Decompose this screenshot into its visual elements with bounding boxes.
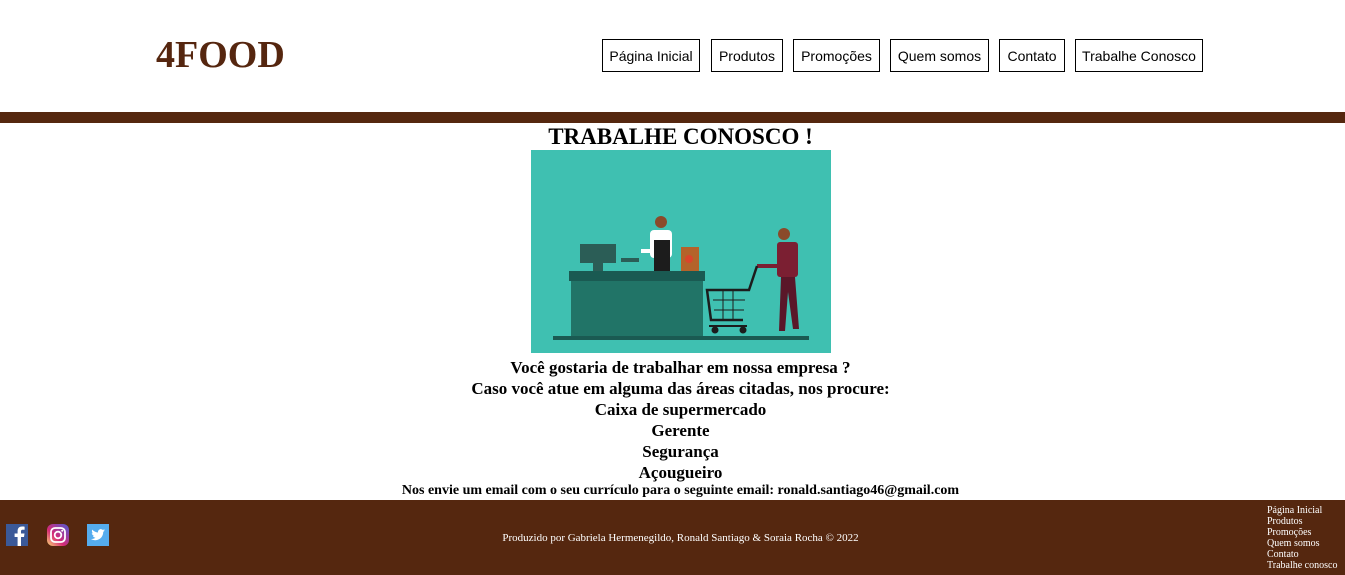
supermarket-checkout-illustration <box>531 150 831 353</box>
email-note: Nos envie um email com o seu currículo p… <box>401 483 960 498</box>
site-logo[interactable]: 4FOOD <box>156 34 285 76</box>
area-item: Gerente <box>651 421 710 440</box>
nav-contato[interactable]: Contato <box>999 39 1065 72</box>
footer-link-contato[interactable]: Contato <box>1267 549 1337 560</box>
header-divider-band <box>0 112 1345 123</box>
area-item: Açougueiro <box>638 463 723 482</box>
job-info-lines: Você gostaria de trabalhar em nossa empr… <box>0 357 1345 483</box>
area-item: Caixa de supermercado <box>594 400 767 419</box>
footer-link-promocoes[interactable]: Promoções <box>1267 527 1337 538</box>
site-header: 4FOOD Página Inicial Produtos Promoções … <box>0 0 1345 112</box>
site-footer: Produzido por Gabriela Hermenegildo, Ron… <box>0 500 1345 575</box>
footer-link-quem-somos[interactable]: Quem somos <box>1267 538 1337 549</box>
area-item: Segurança <box>642 442 719 461</box>
main-content: TRABALHE CONOSCO ! Você gostaria de trab… <box>0 123 1345 500</box>
footer-link-trabalhe-conosco[interactable]: Trabalhe conosco <box>1267 560 1337 571</box>
areas-intro: Caso você atue em alguma das áreas citad… <box>471 379 890 398</box>
footer-credit: Produzido por Gabriela Hermenegildo, Ron… <box>502 532 859 544</box>
nav-promocoes[interactable]: Promoções <box>793 39 880 72</box>
intro-question: Você gostaria de trabalhar em nossa empr… <box>510 358 851 377</box>
nav-produtos[interactable]: Produtos <box>711 39 783 72</box>
footer-link-produtos[interactable]: Produtos <box>1267 516 1337 527</box>
footer-link-pagina-inicial[interactable]: Página Inicial <box>1267 505 1337 516</box>
page-title: TRABALHE CONOSCO ! <box>548 124 813 149</box>
nav-pagina-inicial[interactable]: Página Inicial <box>602 39 700 72</box>
footer-links: Página Inicial Produtos Promoções Quem s… <box>1267 505 1337 571</box>
nav-quem-somos[interactable]: Quem somos <box>890 39 989 72</box>
nav-trabalhe-conosco[interactable]: Trabalhe Conosco <box>1075 39 1203 72</box>
